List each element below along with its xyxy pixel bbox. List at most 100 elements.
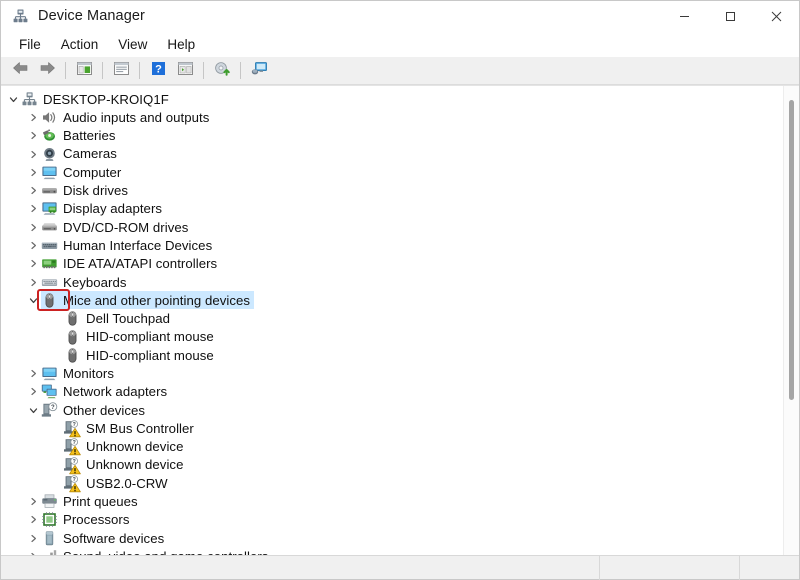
tree-node[interactable]: Cameras xyxy=(1,145,783,163)
tree-node-content[interactable]: Batteries xyxy=(41,127,116,144)
unknown-device-warning-icon: ? xyxy=(64,420,81,437)
tree-node[interactable]: ?Other devices xyxy=(1,401,783,419)
chevron-right-icon[interactable] xyxy=(25,218,41,236)
tree-node-content[interactable]: DVD/CD-ROM drives xyxy=(41,219,188,236)
chevron-down-icon[interactable] xyxy=(5,90,21,108)
tree-node[interactable]: Computer xyxy=(1,163,783,181)
tree-node-content[interactable]: IDE ATA/ATAPI controllers xyxy=(41,255,217,272)
chevron-right-icon[interactable] xyxy=(25,255,41,273)
chevron-right-icon[interactable] xyxy=(25,145,41,163)
tree-node[interactable]: Print queues xyxy=(1,493,783,511)
tree-spacer xyxy=(48,346,64,364)
tree-node[interactable]: Mice and other pointing devices xyxy=(1,291,783,309)
tree-node-content[interactable]: Mice and other pointing devices xyxy=(41,291,254,309)
chevron-right-icon[interactable] xyxy=(25,493,41,511)
toolbar-properties[interactable] xyxy=(108,59,134,83)
tree-node[interactable]: Keyboards xyxy=(1,273,783,291)
device-tree-pane[interactable]: DESKTOP-KROIQ1F Audio inputs and outputs… xyxy=(1,85,799,555)
toolbar-back[interactable] xyxy=(7,59,33,83)
tree-node[interactable]: Disk drives xyxy=(1,181,783,199)
toolbar-action-pane[interactable] xyxy=(172,59,198,83)
tree-node-label: Other devices xyxy=(63,404,145,417)
tree-node-content[interactable]: DESKTOP-KROIQ1F xyxy=(21,91,169,108)
tree-node-content[interactable]: Disk drives xyxy=(41,182,128,199)
chevron-right-icon[interactable] xyxy=(25,163,41,181)
tree-node[interactable]: Network adapters xyxy=(1,383,783,401)
tree-node[interactable]: Processors xyxy=(1,511,783,529)
tree-node-content[interactable]: Network adapters xyxy=(41,383,167,400)
chevron-right-icon[interactable] xyxy=(25,237,41,255)
menu-help[interactable]: Help xyxy=(157,34,205,55)
tree-node-content[interactable]: Cameras xyxy=(41,146,117,163)
tree-node-content[interactable]: ? Unknown device xyxy=(64,438,183,455)
tree-node[interactable]: DESKTOP-KROIQ1F xyxy=(1,90,783,108)
chevron-right-icon[interactable] xyxy=(25,548,41,555)
tree-node[interactable]: IDE ATA/ATAPI controllers xyxy=(1,255,783,273)
toolbar-scan-hardware[interactable] xyxy=(246,59,272,83)
tree-node-content[interactable]: Keyboards xyxy=(41,274,127,291)
tree-node-content[interactable]: Audio inputs and outputs xyxy=(41,109,209,126)
help-icon: ? xyxy=(151,61,166,81)
menu-action[interactable]: Action xyxy=(51,34,109,55)
chevron-right-icon[interactable] xyxy=(25,273,41,291)
tree-node-content[interactable]: ? USB2.0-CRW xyxy=(64,475,168,492)
vertical-scrollbar[interactable] xyxy=(783,86,799,555)
tree-node-content[interactable]: Processors xyxy=(41,511,129,528)
tree-node-label: HID-compliant mouse xyxy=(86,349,214,362)
chevron-right-icon[interactable] xyxy=(25,127,41,145)
scrollbar-thumb[interactable] xyxy=(789,100,794,400)
tree-node-content[interactable]: HID-compliant mouse xyxy=(64,329,214,346)
tree-node[interactable]: ? SM Bus Controller xyxy=(1,419,783,437)
chevron-right-icon[interactable] xyxy=(25,108,41,126)
tree-spacer xyxy=(48,310,64,328)
chevron-right-icon[interactable] xyxy=(25,200,41,218)
chevron-right-icon[interactable] xyxy=(25,182,41,200)
tree-node[interactable]: DVD/CD-ROM drives xyxy=(1,218,783,236)
toolbar-update-driver[interactable] xyxy=(209,59,235,83)
tree-node[interactable]: Human Interface Devices xyxy=(1,236,783,254)
tree-node-content[interactable]: Human Interface Devices xyxy=(41,237,212,254)
chevron-down-icon[interactable] xyxy=(25,291,41,309)
svg-text:?: ? xyxy=(73,459,76,465)
tree-node-content[interactable]: ? SM Bus Controller xyxy=(64,420,194,437)
menu-view[interactable]: View xyxy=(108,34,157,55)
tree-node[interactable]: HID-compliant mouse xyxy=(1,346,783,364)
tree-node[interactable]: Dell Touchpad xyxy=(1,310,783,328)
tree-node-content[interactable]: Computer xyxy=(41,164,121,181)
tree-node-content[interactable]: ? Unknown device xyxy=(64,457,183,474)
tree-node[interactable]: Software devices xyxy=(1,529,783,547)
chevron-right-icon[interactable] xyxy=(25,383,41,401)
chevron-right-icon[interactable] xyxy=(25,365,41,383)
maximize-button[interactable] xyxy=(707,1,753,31)
tree-node[interactable]: ? USB2.0-CRW xyxy=(1,474,783,492)
tree-node[interactable]: HID-compliant mouse xyxy=(1,328,783,346)
tree-node-content[interactable]: ?Other devices xyxy=(41,402,145,419)
svg-text:?: ? xyxy=(73,440,76,446)
toolbar-forward[interactable] xyxy=(34,59,60,83)
toolbar-console-tree[interactable] xyxy=(71,59,97,83)
toolbar-help[interactable]: ? xyxy=(145,59,171,83)
tree-node[interactable]: Audio inputs and outputs xyxy=(1,108,783,126)
keyboard-icon xyxy=(41,274,58,291)
tree-node-content[interactable]: Sound, video and game controllers xyxy=(41,548,268,555)
tree-node[interactable]: Batteries xyxy=(1,127,783,145)
tree-node-label: IDE ATA/ATAPI controllers xyxy=(63,257,217,270)
close-button[interactable] xyxy=(753,1,799,31)
tree-node-content[interactable]: Print queues xyxy=(41,493,138,510)
tree-node[interactable]: Sound, video and game controllers xyxy=(1,547,783,555)
minimize-button[interactable] xyxy=(661,1,707,31)
svg-text:?: ? xyxy=(73,422,76,428)
tree-node[interactable]: ? Unknown device xyxy=(1,456,783,474)
tree-node-content[interactable]: Monitors xyxy=(41,365,114,382)
tree-node-content[interactable]: Software devices xyxy=(41,530,164,547)
tree-node-content[interactable]: HID-compliant mouse xyxy=(64,347,214,364)
menu-file[interactable]: File xyxy=(9,34,51,55)
chevron-right-icon[interactable] xyxy=(25,511,41,529)
tree-node-content[interactable]: Display adapters xyxy=(41,200,162,217)
chevron-down-icon[interactable] xyxy=(25,401,41,419)
tree-node[interactable]: ? Unknown device xyxy=(1,438,783,456)
chevron-right-icon[interactable] xyxy=(25,529,41,547)
tree-node[interactable]: Monitors xyxy=(1,364,783,382)
tree-node[interactable]: Display adapters xyxy=(1,200,783,218)
tree-node-content[interactable]: Dell Touchpad xyxy=(64,310,170,327)
